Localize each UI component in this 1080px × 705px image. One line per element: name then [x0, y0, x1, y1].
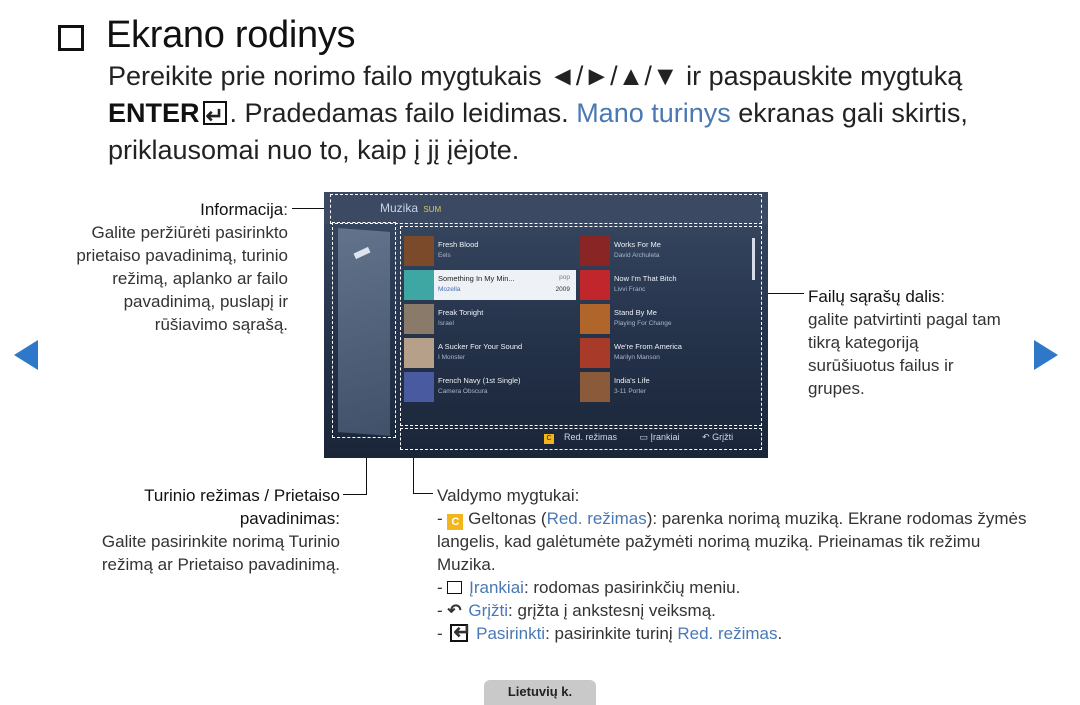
enter-key-icon: [450, 620, 472, 643]
intro-highlight: Mano turinys: [576, 98, 731, 128]
enter-label: ENTER: [108, 98, 200, 128]
ctrl-leader-line-v: [413, 452, 414, 494]
section-heading: Ekrano rodinys: [58, 14, 356, 57]
ctrl-item-4-desc: : pasirinkite turinį: [545, 624, 678, 643]
ctrl-item-4-name2: Red. režimas: [677, 624, 778, 643]
enter-key-icon: [202, 97, 227, 134]
info-area-outline: [330, 194, 762, 224]
checkbox-bullet-icon: [58, 24, 84, 51]
mode-area-outline: [332, 222, 396, 438]
info-callout-text: Galite peržiūrėti pasirinkto prietaiso p…: [76, 223, 288, 334]
ctrl-item-2-name: Įrankiai: [469, 578, 524, 597]
language-tab: Lietuvių k.: [484, 680, 596, 705]
tv-screenshot: Muzika SUM Fresh Blood Eels Works For Me Da…: [324, 192, 768, 458]
next-page-arrow-icon[interactable]: [1034, 340, 1058, 370]
mode-leader-line-h: [343, 494, 367, 495]
files-callout-label: Failų sąrašų dalis: [808, 287, 941, 306]
controls-area-outline: [400, 428, 762, 450]
return-icon: ↶: [447, 601, 462, 620]
files-callout-text: galite patvirtinti pagal tam tikrą kateg…: [808, 310, 1001, 398]
ctrl-leader-line-h: [413, 493, 433, 494]
ctrl-item-3-desc: : grįžta į ankstesnį veiksmą.: [508, 601, 716, 620]
files-area-outline: [400, 226, 762, 426]
page-title: Ekrano rodinys: [106, 14, 356, 56]
yellow-c-button-icon: C: [447, 514, 464, 530]
info-callout: Informacija: Galite peržiūrėti pasirinkt…: [76, 200, 288, 334]
ctrl-item-4-tail: .: [777, 624, 783, 643]
controls-label: Valdymo mygtukai: [437, 486, 575, 505]
intro-text-1: Pereikite prie norimo failo mygtukais ◄/…: [108, 61, 963, 91]
ctrl-item-2-desc: : rodomas pasirinkčių meniu.: [523, 578, 741, 597]
info-callout-label: Informacija: [200, 200, 284, 219]
mode-callout-label-1: Turinio režimas / Prietaiso: [144, 486, 340, 505]
tools-icon: [447, 581, 463, 594]
mode-callout-text: Galite pasirinkite norimą Turinio režimą…: [101, 532, 340, 574]
mode-callout: Turinio režimas / Prietaiso pavadinimas: …: [60, 484, 340, 576]
intro-paragraph: Pereikite prie norimo failo mygtukais ◄/…: [108, 58, 1008, 169]
ctrl-item-1-name: Red. režimas: [546, 509, 647, 528]
ctrl-item-3-name: Grįžti: [468, 601, 509, 620]
controls-callout: Valdymo mygtukai: - C Geltonas (Red. rež…: [437, 484, 1037, 645]
intro-text-2: . Pradedamas failo leidimas.: [229, 98, 577, 128]
ctrl-item-1-pre: Geltonas (: [468, 509, 547, 528]
ctrl-item-4-name: Pasirinkti: [476, 624, 546, 643]
mode-callout-label-2: pavadinimas: [239, 509, 336, 528]
files-callout: Failų sąrašų dalis: galite patvirtinti p…: [808, 287, 1001, 398]
prev-page-arrow-icon[interactable]: [14, 340, 38, 370]
